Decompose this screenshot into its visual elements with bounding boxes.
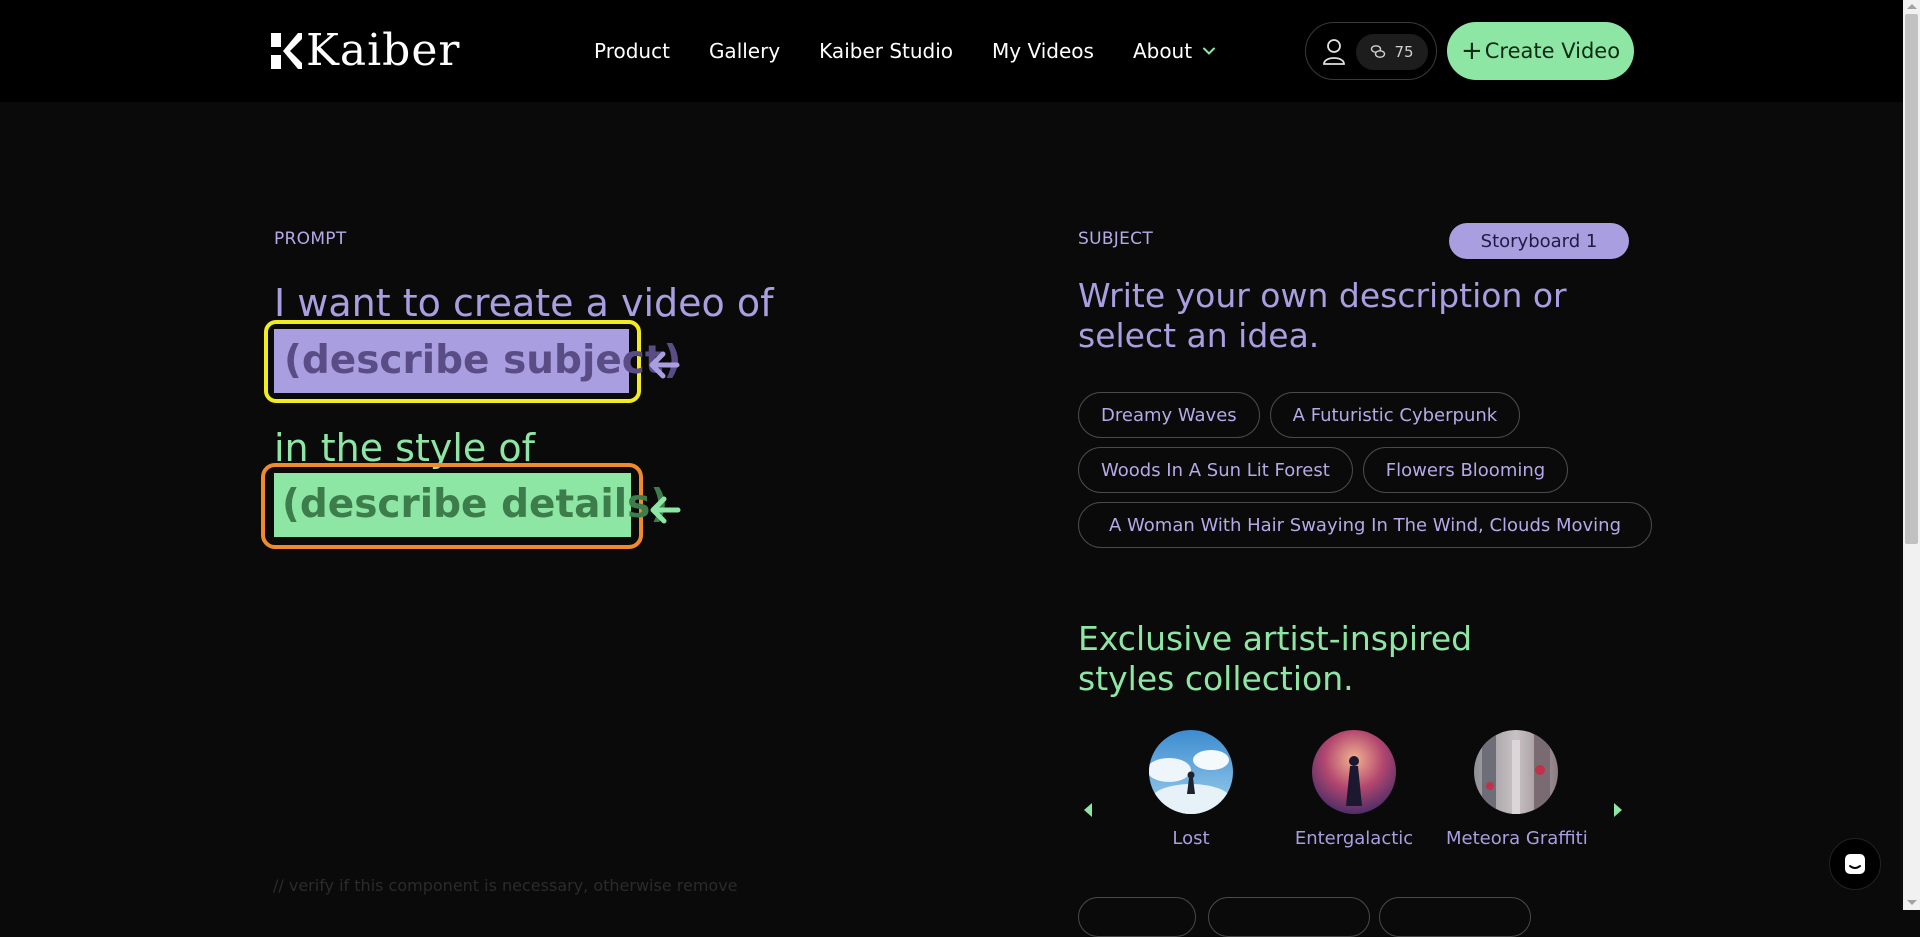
carousel-next-icon[interactable]	[1612, 802, 1624, 818]
create-video-button[interactable]: + Create Video	[1447, 22, 1634, 80]
idea-chip[interactable]: Woods In A Sun Lit Forest	[1078, 447, 1353, 493]
credits-count: 75	[1394, 43, 1414, 61]
idea-chip[interactable]: A Woman With Hair Swaying In The Wind, C…	[1078, 502, 1653, 548]
developer-comment: // verify if this component is necessary…	[273, 876, 738, 895]
chat-launcher-button[interactable]	[1829, 838, 1881, 890]
style-filter-chip[interactable]	[1078, 897, 1196, 937]
style-card-lost[interactable]: Lost	[1121, 730, 1261, 849]
style-card-meteora-graffiti[interactable]: Meteora Graffiti	[1446, 730, 1588, 849]
idea-chip[interactable]: A Futuristic Cyberpunk	[1269, 392, 1521, 438]
details-input[interactable]: (describe details)	[274, 473, 668, 537]
subject-input[interactable]: (describe subject)	[274, 329, 681, 393]
idea-chip-row: Woods In A Sun Lit Forest Flowers Bloomi…	[1078, 447, 1638, 493]
idea-chip[interactable]: Flowers Blooming	[1362, 447, 1569, 493]
entergalactic-artwork	[1312, 730, 1396, 814]
subject-label: SUBJECT	[1078, 229, 1154, 249]
nav-about[interactable]: About	[1133, 36, 1216, 66]
styles-heading: Exclusive artist-inspired styles collect…	[1078, 619, 1473, 698]
scroll-down-icon[interactable]	[1907, 900, 1917, 905]
style-filter-chip[interactable]	[1208, 897, 1370, 937]
idea-chips: Dreamy Waves A Futuristic Cyberpunk Wood…	[1078, 392, 1653, 557]
style-name: Meteora Graffiti	[1446, 828, 1588, 849]
idea-chip[interactable]: Dreamy Waves	[1078, 392, 1260, 438]
arrow-left-icon	[650, 496, 681, 524]
style-thumbnail	[1312, 730, 1396, 814]
plus-icon: +	[1460, 36, 1483, 66]
carousel-prev-icon[interactable]	[1082, 802, 1094, 818]
logo-text: Kaiber	[306, 25, 461, 76]
storyboard-button[interactable]: Storyboard 1	[1449, 223, 1629, 259]
main-nav: Product Gallery Kaiber Studio My Videos …	[594, 36, 1216, 66]
create-video-label: Create Video	[1484, 39, 1621, 63]
arrow-left-icon	[649, 351, 680, 379]
scroll-up-icon[interactable]	[1907, 4, 1917, 9]
style-card-entergalactic[interactable]: Entergalactic	[1284, 730, 1424, 849]
style-name: Entergalactic	[1294, 828, 1414, 849]
lost-artwork	[1149, 730, 1233, 814]
nav-about-label: About	[1132, 39, 1193, 63]
style-filter-chip[interactable]	[1379, 897, 1531, 937]
nav-my-videos[interactable]: My Videos	[992, 36, 1094, 66]
user-icon[interactable]	[1322, 38, 1346, 66]
chevron-down-icon	[1203, 47, 1216, 55]
nav-kaiber-studio[interactable]: Kaiber Studio	[819, 36, 953, 66]
idea-chip-row: A Woman With Hair Swaying In The Wind, C…	[1078, 502, 1653, 548]
style-name: Lost	[1172, 828, 1210, 849]
scrollbar-thumb[interactable]	[1905, 14, 1918, 544]
credits-badge[interactable]: 75	[1356, 34, 1428, 70]
nav-gallery[interactable]: Gallery	[709, 36, 780, 66]
chat-icon	[1845, 854, 1865, 874]
kaiber-logo-icon	[271, 33, 302, 69]
nav-product[interactable]: Product	[594, 36, 670, 66]
kaiber-logo[interactable]: Kaiber	[268, 26, 460, 76]
idea-chip-row: Dreamy Waves A Futuristic Cyberpunk	[1078, 392, 1638, 438]
prompt-label: PROMPT	[274, 229, 347, 249]
meteora-graffiti-artwork	[1474, 730, 1558, 814]
account-pill[interactable]: 75	[1305, 22, 1437, 80]
credits-icon	[1371, 45, 1386, 58]
style-thumbnail	[1149, 730, 1233, 814]
subject-heading: Write your own description or select an …	[1078, 276, 1567, 355]
top-nav-bar: Kaiber Product Gallery Kaiber Studio My …	[0, 0, 1903, 102]
style-thumbnail	[1474, 730, 1558, 814]
